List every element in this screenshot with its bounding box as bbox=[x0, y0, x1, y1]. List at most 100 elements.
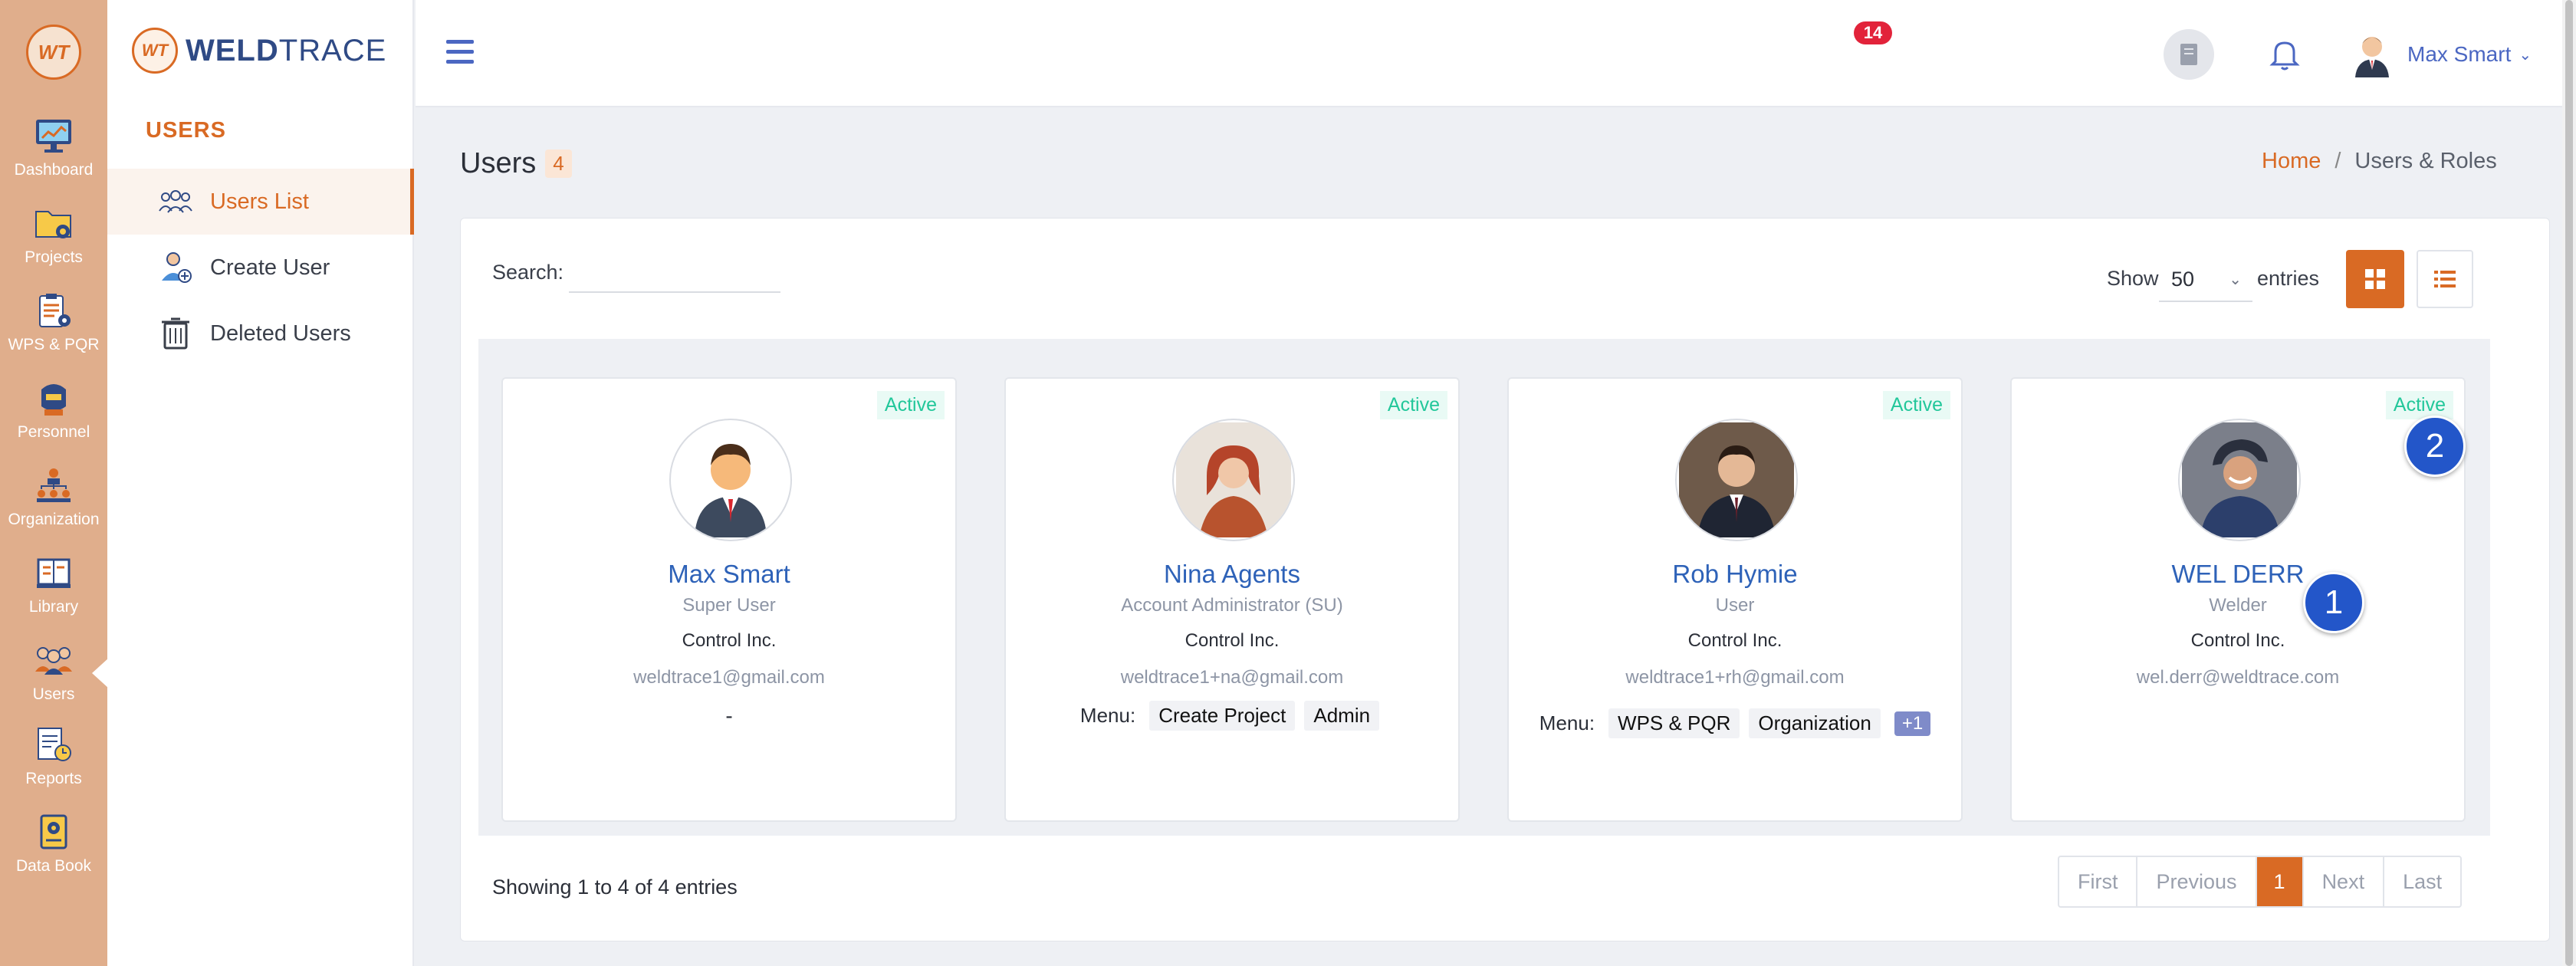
user-email: weldtrace1+rh@gmail.com bbox=[1625, 667, 1845, 688]
entries-per-page-select[interactable]: 50 ⌄ bbox=[2159, 258, 2252, 302]
sidebar-item-deleted-users[interactable]: Deleted Users bbox=[107, 301, 414, 366]
search-input[interactable] bbox=[569, 253, 780, 293]
search-label: Search: bbox=[492, 261, 564, 284]
secondary-sidebar: WT WELDTRACE USERS Users List Create Use… bbox=[107, 0, 414, 966]
user-company: Control Inc. bbox=[682, 630, 777, 651]
pager-last-button[interactable]: Last bbox=[2384, 857, 2460, 906]
page-title-text: Users bbox=[460, 147, 537, 179]
show-label: Show bbox=[2107, 267, 2159, 290]
book-icon bbox=[32, 552, 75, 593]
breadcrumb-separator: / bbox=[2334, 149, 2341, 173]
create-user-icon bbox=[158, 250, 193, 285]
more-menus-badge[interactable]: +1 bbox=[1894, 711, 1931, 736]
welder-mask-icon bbox=[32, 377, 75, 419]
user-card-rob-hymie[interactable]: Active Rob Hymie User Control Inc. weldt… bbox=[1507, 377, 1963, 822]
menu-tag: WPS & PQR bbox=[1608, 708, 1740, 738]
monitor-icon bbox=[32, 115, 75, 156]
chevron-down-icon: ⌄ bbox=[2518, 46, 2532, 64]
user-company: Control Inc. bbox=[1184, 630, 1280, 651]
sidebar-item-create-user[interactable]: Create User bbox=[107, 235, 414, 301]
breadcrumb-home-link[interactable]: Home bbox=[2262, 149, 2321, 174]
rail-label: Library bbox=[28, 598, 79, 616]
user-card-wel-derr[interactable]: Active WEL DERR Welder Control Inc. wel.… bbox=[2010, 377, 2466, 822]
rail-item-projects[interactable]: Projects bbox=[0, 202, 107, 279]
user-menu[interactable]: Max Smart ⌄ bbox=[2351, 28, 2532, 81]
users-group-icon bbox=[32, 639, 75, 681]
rail-label: Data Book bbox=[15, 857, 92, 875]
breadcrumb: Home / Users & Roles bbox=[2262, 149, 2497, 174]
pagination: First Previous 1 Next Last bbox=[2058, 856, 2463, 908]
rail-item-dashboard[interactable]: Dashboard bbox=[0, 115, 107, 192]
rail-label: Reports bbox=[25, 770, 82, 787]
pager-page-1-button[interactable]: 1 bbox=[2256, 857, 2304, 906]
sidebar-item-label: Create User bbox=[210, 255, 330, 280]
user-card-nina-agents[interactable]: Active Nina Agents Account Administrator… bbox=[1004, 377, 1460, 822]
user-name[interactable]: Rob Hymie bbox=[1509, 560, 1961, 589]
brand-mark: WT bbox=[132, 28, 178, 74]
notifications-bell-icon[interactable] bbox=[2265, 34, 2305, 74]
user-name[interactable]: Nina Agents bbox=[1006, 560, 1458, 589]
page-scrollbar-thumb[interactable] bbox=[2565, 0, 2573, 966]
breadcrumb-current: Users & Roles bbox=[2354, 149, 2497, 173]
active-rail-pointer bbox=[92, 658, 109, 688]
avatar bbox=[1172, 419, 1295, 541]
guide-book-button[interactable] bbox=[2164, 29, 2214, 80]
page-title: Users 4 bbox=[460, 147, 572, 180]
rail-label: Dashboard bbox=[14, 161, 94, 179]
brand-mark-text: WT bbox=[141, 41, 169, 60]
rail-label: Organization bbox=[8, 511, 100, 528]
book-icon bbox=[2180, 44, 2197, 65]
menu-tag: Admin bbox=[1304, 701, 1380, 731]
rail-item-reports[interactable]: Reports bbox=[0, 724, 107, 800]
user-role: Welder bbox=[2209, 595, 2267, 616]
avatar bbox=[1675, 419, 1798, 541]
user-role: Account Administrator (SU) bbox=[1121, 595, 1343, 616]
list-icon bbox=[2434, 271, 2456, 288]
user-role: User bbox=[1715, 595, 1755, 616]
user-name[interactable]: Max Smart bbox=[503, 560, 955, 589]
entries-label: entries bbox=[2257, 267, 2320, 290]
menu-tag: Create Project bbox=[1149, 701, 1296, 731]
rail-item-library[interactable]: Library bbox=[0, 552, 107, 629]
status-badge: Active bbox=[876, 391, 945, 419]
report-clock-icon bbox=[32, 724, 75, 765]
pager-previous-button[interactable]: Previous bbox=[2137, 857, 2257, 906]
user-name[interactable]: WEL DERR bbox=[2012, 560, 2464, 589]
hamburger-menu-icon[interactable] bbox=[446, 40, 474, 66]
entries-per-page-value: 50 bbox=[2171, 267, 2195, 291]
status-badge: Active bbox=[1379, 391, 1447, 419]
avatar bbox=[2355, 37, 2389, 77]
pager-first-button[interactable]: First bbox=[2059, 857, 2138, 906]
rail-item-data-book[interactable]: Data Book bbox=[0, 811, 107, 888]
rail-label: Users bbox=[32, 685, 75, 703]
rail-label: WPS & PQR bbox=[8, 336, 100, 353]
rail-item-personnel[interactable]: Personnel bbox=[0, 377, 107, 454]
status-badge: Active bbox=[2385, 391, 2453, 419]
rail-item-organization[interactable]: Organization bbox=[0, 465, 107, 541]
rail-label: Personnel bbox=[17, 423, 90, 441]
sidebar-item-users-list[interactable]: Users List bbox=[107, 169, 414, 235]
trash-icon bbox=[158, 316, 193, 351]
user-card-max-smart[interactable]: Active Max Smart Super User Control Inc.… bbox=[501, 377, 957, 822]
grid-icon bbox=[2365, 269, 2385, 289]
rail-item-wps-pqr[interactable]: WPS & PQR bbox=[0, 290, 107, 366]
user-menu-access: Menu: WPS & PQR Organization +1 bbox=[1509, 708, 1961, 738]
entries-info: Showing 1 to 4 of 4 entries bbox=[492, 876, 738, 899]
list-view-button[interactable] bbox=[2417, 250, 2473, 308]
step-marker-1: 1 bbox=[2303, 572, 2364, 633]
brand-logo[interactable]: WT WELDTRACE bbox=[132, 28, 386, 74]
pager-next-button[interactable]: Next bbox=[2304, 857, 2385, 906]
user-company: Control Inc. bbox=[2190, 630, 2285, 651]
menu-tag: Organization bbox=[1749, 708, 1881, 738]
avatar bbox=[669, 419, 792, 541]
rail-item-users[interactable]: Users bbox=[0, 639, 107, 716]
step-marker-2: 2 bbox=[2404, 416, 2466, 477]
brand-name: WELDTRACE bbox=[186, 34, 386, 68]
user-email: weldtrace1@gmail.com bbox=[633, 667, 825, 688]
user-email: weldtrace1+na@gmail.com bbox=[1120, 667, 1344, 688]
user-company: Control Inc. bbox=[1687, 630, 1783, 651]
brand-name-bold: WELD bbox=[186, 33, 279, 67]
menu-label: Menu: bbox=[1539, 711, 1595, 734]
app-logo[interactable]: WT bbox=[26, 25, 81, 80]
grid-view-button[interactable] bbox=[2346, 250, 2404, 308]
